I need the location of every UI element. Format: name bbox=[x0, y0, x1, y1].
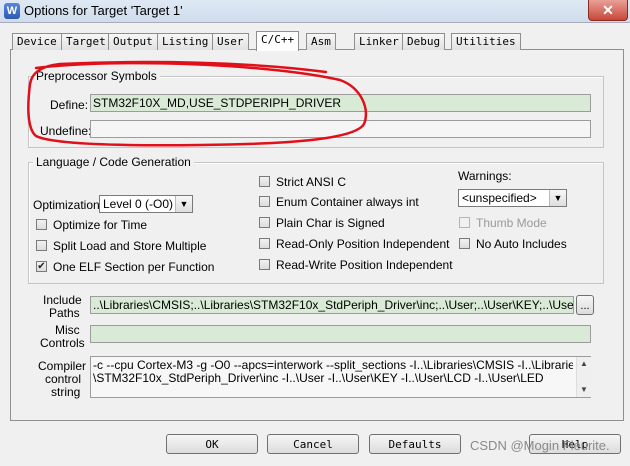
ok-button[interactable]: OK bbox=[166, 434, 258, 454]
ropi-checkbox[interactable] bbox=[259, 238, 270, 249]
enum-container-checkbox[interactable] bbox=[259, 196, 270, 207]
tab-listing[interactable]: Listing bbox=[157, 33, 214, 50]
preprocessor-title: Preprocessor Symbols bbox=[33, 69, 160, 83]
one-elf-checkbox[interactable] bbox=[36, 261, 47, 272]
defaults-button[interactable]: Defaults bbox=[369, 434, 461, 454]
tab-device[interactable]: Device bbox=[12, 33, 62, 50]
define-input[interactable]: STM32F10X_MD,USE_STDPERIPH_DRIVER bbox=[90, 94, 591, 112]
compiler-scrollbar[interactable]: ▲ ▼ bbox=[576, 357, 591, 397]
chevron-down-icon[interactable]: ▼ bbox=[175, 196, 192, 212]
chevron-down-icon[interactable]: ▼ bbox=[549, 190, 566, 206]
control-label: control bbox=[45, 372, 82, 386]
tab-debug[interactable]: Debug bbox=[402, 33, 446, 50]
close-icon: ✕ bbox=[602, 2, 614, 18]
no-auto-includes-label: No Auto Includes bbox=[476, 237, 567, 251]
tab-user[interactable]: User bbox=[212, 33, 249, 50]
plain-char-label: Plain Char is Signed bbox=[276, 216, 385, 230]
tab-asm[interactable]: Asm bbox=[306, 33, 336, 50]
controls-label: Controls bbox=[40, 336, 85, 350]
strict-ansi-checkbox[interactable] bbox=[259, 176, 270, 187]
misc-controls-input[interactable] bbox=[90, 325, 591, 343]
close-button[interactable]: ✕ bbox=[588, 0, 628, 21]
warnings-select[interactable]: <unspecified> ▼ bbox=[458, 189, 567, 207]
undefine-input[interactable] bbox=[90, 120, 591, 138]
tab-utilities[interactable]: Utilities bbox=[451, 33, 521, 50]
thumb-mode-checkbox bbox=[459, 217, 470, 228]
scroll-up-icon[interactable]: ▲ bbox=[580, 359, 588, 368]
tab-linker[interactable]: Linker bbox=[354, 33, 404, 50]
plain-char-checkbox[interactable] bbox=[259, 217, 270, 228]
define-label: Define: bbox=[50, 98, 89, 112]
scroll-down-icon[interactable]: ▼ bbox=[580, 385, 588, 394]
optimize-time-checkbox[interactable] bbox=[36, 219, 47, 230]
enum-container-label: Enum Container always int bbox=[276, 195, 419, 209]
one-elf-label: One ELF Section per Function bbox=[53, 260, 215, 274]
compiler-line-1: -c --cpu Cortex-M3 -g -O0 --apcs=interwo… bbox=[93, 359, 573, 372]
ropi-label: Read-Only Position Independent bbox=[276, 237, 450, 251]
tab-target[interactable]: Target bbox=[61, 33, 111, 50]
rwpi-label: Read-Write Position Independent bbox=[276, 258, 453, 272]
title-bar: W Options for Target 'Target 1' ✕ bbox=[0, 0, 630, 23]
browse-paths-button[interactable]: ... bbox=[576, 295, 594, 315]
optimization-value: Level 0 (-O0) bbox=[103, 197, 174, 211]
codegen-title: Language / Code Generation bbox=[33, 155, 194, 169]
watermark: CSDN @Mogin Fleurite. bbox=[470, 438, 610, 453]
tab-cc[interactable]: C/C++ bbox=[256, 31, 300, 51]
undefine-label: Undefine: bbox=[40, 124, 92, 138]
string-label: string bbox=[51, 385, 81, 399]
cancel-button[interactable]: Cancel bbox=[267, 434, 359, 454]
compiler-label: Compiler bbox=[38, 359, 87, 373]
optimization-label: Optimization: bbox=[33, 198, 104, 212]
optimize-time-label: Optimize for Time bbox=[53, 218, 148, 232]
compiler-control-text[interactable]: -c --cpu Cortex-M3 -g -O0 --apcs=interwo… bbox=[90, 356, 591, 398]
paths-label: Paths bbox=[49, 306, 80, 320]
warnings-label: Warnings: bbox=[458, 169, 512, 183]
warnings-value: <unspecified> bbox=[462, 191, 537, 205]
include-paths-input[interactable]: ..\Libraries\CMSIS;..\Libraries\STM32F10… bbox=[90, 296, 574, 314]
window-title: Options for Target 'Target 1' bbox=[24, 3, 183, 18]
split-load-checkbox[interactable] bbox=[36, 240, 47, 251]
misc-label: Misc bbox=[55, 323, 80, 337]
optimization-select[interactable]: Level 0 (-O0) ▼ bbox=[99, 195, 193, 213]
strict-ansi-label: Strict ANSI C bbox=[276, 175, 347, 189]
no-auto-includes-checkbox[interactable] bbox=[459, 238, 470, 249]
tab-output[interactable]: Output bbox=[108, 33, 158, 50]
split-load-label: Split Load and Store Multiple bbox=[53, 239, 207, 253]
app-icon: W bbox=[4, 3, 20, 19]
rwpi-checkbox[interactable] bbox=[259, 259, 270, 270]
compiler-line-2: \STM32F10x_StdPeriph_Driver\inc -I..\Use… bbox=[93, 372, 544, 385]
include-label: Include bbox=[43, 293, 82, 307]
thumb-mode-label: Thumb Mode bbox=[476, 216, 547, 230]
